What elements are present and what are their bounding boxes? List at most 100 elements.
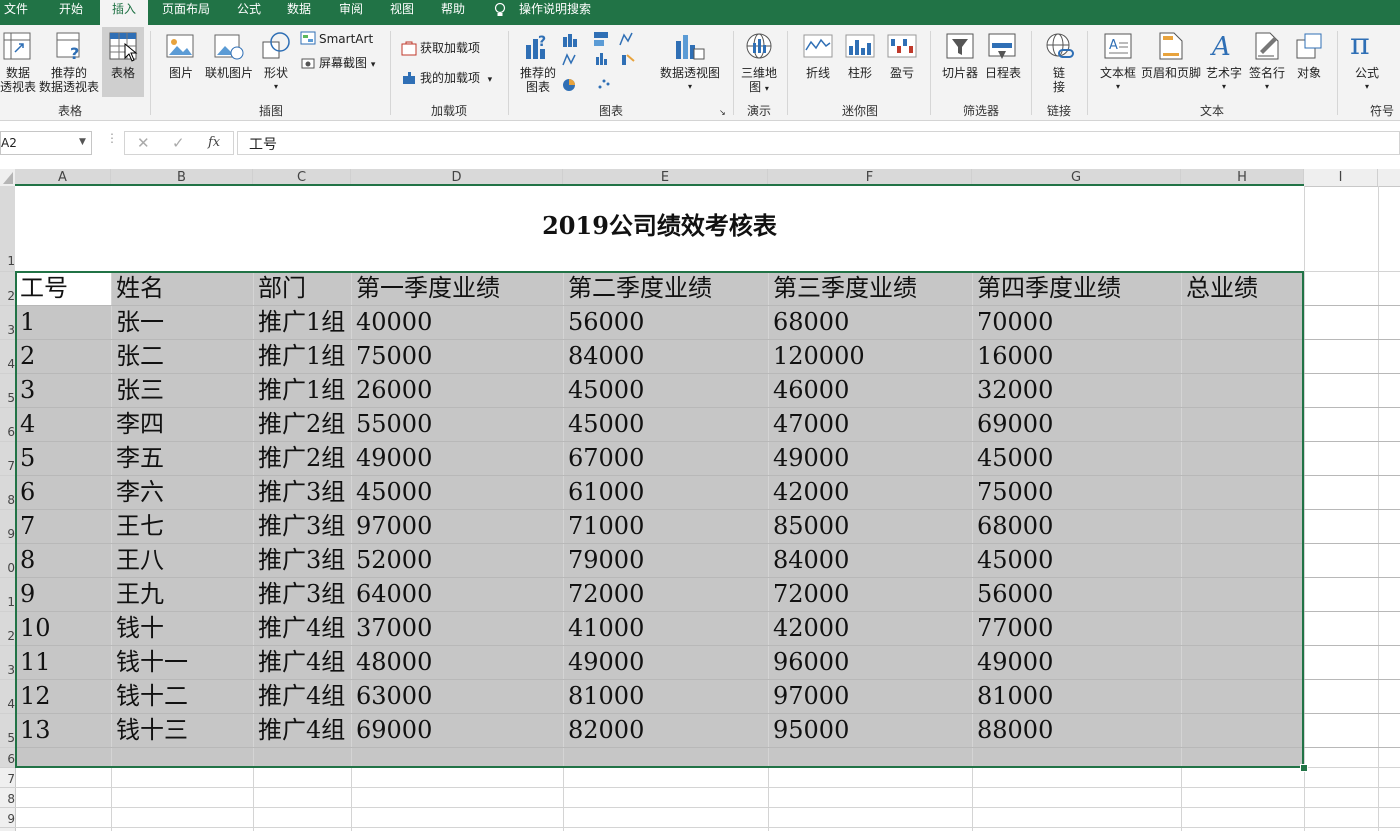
- store-icon: [401, 41, 417, 56]
- smartart-icon: [300, 31, 316, 45]
- sparkline-winloss-button[interactable]: 盈亏: [884, 66, 920, 80]
- timeline-button[interactable]: 日程表: [982, 66, 1024, 80]
- row-header-6[interactable]: 6: [0, 408, 15, 442]
- name-box-value: A2: [1, 136, 17, 150]
- signature-line-button[interactable]: 签名行 ▾: [1246, 66, 1288, 94]
- insert-function-icon[interactable]: fx: [208, 135, 220, 150]
- wordart-button[interactable]: 艺术字 ▾: [1203, 66, 1245, 94]
- menu-bar: 文件 开始 插入 页面布局 公式 数据 审阅 视图 帮助 操作说明搜索: [0, 0, 1400, 25]
- textbox-button[interactable]: 文本框 ▾: [1097, 66, 1139, 94]
- recommended-pivot-icon: ?: [56, 32, 80, 60]
- pivot-chart-button[interactable]: 数据透视图 ▾: [658, 66, 722, 94]
- group-label-text: 文本: [1199, 104, 1224, 118]
- tab-file[interactable]: 文件: [4, 0, 28, 25]
- tell-me-search[interactable]: 操作说明搜索: [519, 0, 591, 25]
- shapes-button[interactable]: 形状 ▾: [258, 66, 294, 94]
- group-separator: [150, 31, 151, 115]
- tab-formulas[interactable]: 公式: [237, 0, 261, 25]
- sheet-title: 2019公司绩效考核表: [542, 211, 777, 240]
- tab-help[interactable]: 帮助: [441, 0, 465, 25]
- online-pictures-button[interactable]: 联机图片: [202, 66, 256, 80]
- slicer-button[interactable]: 切片器: [938, 66, 982, 80]
- object-button[interactable]: 对象: [1290, 66, 1328, 80]
- header-footer-button[interactable]: 页眉和页脚: [1140, 66, 1202, 80]
- cancel-icon[interactable]: ✕: [137, 134, 150, 152]
- tab-view[interactable]: 视图: [390, 0, 414, 25]
- row-headers: 1 2 3 4 5 6 7 8 9 0 1 2 3 4 5 6 7 8 9: [0, 186, 16, 831]
- sparkline-line-button[interactable]: 折线: [800, 66, 836, 80]
- signature-line-icon: [1255, 32, 1279, 60]
- screenshot-button[interactable]: 屏幕截图 ▾: [319, 56, 375, 72]
- equation-button[interactable]: 公式 ▾: [1348, 66, 1386, 94]
- screenshot-icon: [301, 58, 315, 69]
- row-header-16[interactable]: 6: [0, 748, 15, 768]
- 3d-map-icon: [746, 33, 772, 59]
- recommended-charts-button[interactable]: 推荐的 图表: [517, 66, 559, 94]
- my-addins-icon: [403, 72, 415, 84]
- selection-border: [15, 271, 1304, 768]
- ribbon: 数据 透视表 ? 推荐的 数据透视表 表格 表格 图片 联机图片 形状 ▾ Smart…: [0, 25, 1400, 121]
- group-label-sparklines: 迷你图: [841, 104, 878, 118]
- tab-page-layout[interactable]: 页面布局: [162, 0, 210, 25]
- group-separator: [930, 31, 931, 115]
- row-header-7[interactable]: 7: [0, 442, 15, 476]
- tab-home[interactable]: 开始: [59, 0, 83, 25]
- group-separator: [1031, 31, 1032, 115]
- header-footer-icon: [1159, 32, 1183, 60]
- smartart-button[interactable]: SmartArt: [319, 32, 373, 46]
- online-pictures-icon: [214, 34, 244, 60]
- lightbulb-icon: [494, 2, 506, 16]
- row-header-13[interactable]: 3: [0, 646, 15, 680]
- sparkline-winloss-icon: [887, 34, 917, 58]
- tab-review[interactable]: 审阅: [339, 0, 363, 25]
- pivot-table-icon: [3, 32, 31, 60]
- row-header-17[interactable]: 7: [0, 768, 15, 788]
- row-header-2[interactable]: 2: [0, 272, 15, 306]
- tab-insert[interactable]: 插入: [100, 0, 148, 25]
- row-header-4[interactable]: 4: [0, 340, 15, 374]
- timeline-icon: [988, 33, 1016, 59]
- shapes-icon: [262, 32, 290, 59]
- row-header-19[interactable]: 9: [0, 808, 15, 828]
- object-icon: [1296, 33, 1322, 59]
- textbox-icon: A: [1104, 33, 1132, 59]
- table-button[interactable]: 表格: [102, 66, 144, 80]
- enter-icon[interactable]: ✓: [172, 134, 185, 152]
- row-header-10[interactable]: 0: [0, 544, 15, 578]
- row-header-3[interactable]: 3: [0, 306, 15, 340]
- link-button[interactable]: 链接: [1041, 66, 1077, 94]
- fill-handle[interactable]: [1300, 764, 1308, 772]
- row-header-12[interactable]: 2: [0, 612, 15, 646]
- row-header-11[interactable]: 1: [0, 578, 15, 612]
- sparkline-column-icon: [845, 34, 875, 58]
- row-header-1[interactable]: 1: [0, 186, 15, 272]
- group-label-addins: 加载项: [430, 104, 467, 118]
- select-all-button[interactable]: [0, 169, 15, 186]
- row-header-14[interactable]: 4: [0, 680, 15, 714]
- recommended-pivot-button[interactable]: 推荐的 数据透视表: [38, 66, 100, 94]
- pictures-button[interactable]: 图片: [163, 66, 199, 80]
- sparkline-column-button[interactable]: 柱形: [842, 66, 878, 80]
- sparkline-line-icon: [803, 34, 833, 58]
- tab-data[interactable]: 数据: [287, 0, 311, 25]
- row-header-5[interactable]: 5: [0, 374, 15, 408]
- link-icon: [1046, 33, 1074, 58]
- row-header-8[interactable]: 8: [0, 476, 15, 510]
- pivot-chart-icon: [676, 35, 705, 60]
- name-box[interactable]: A2 ▼: [0, 131, 92, 155]
- formula-input[interactable]: 工号: [237, 131, 1400, 155]
- charts-dialog-launcher[interactable]: ↘: [719, 106, 726, 120]
- column-headers: A B C D E F G H I: [0, 169, 1400, 187]
- row-header-18[interactable]: 8: [0, 788, 15, 808]
- row-header-15[interactable]: 5: [0, 714, 15, 748]
- row-header-9[interactable]: 9: [0, 510, 15, 544]
- chevron-down-icon[interactable]: ▼: [79, 137, 86, 147]
- get-addins-button[interactable]: 获取加载项: [420, 41, 480, 55]
- 3d-map-button[interactable]: 三维地图 ▾: [738, 66, 780, 96]
- picture-icon: [166, 34, 194, 58]
- pivot-table-button[interactable]: 数据 透视表: [0, 66, 36, 94]
- formula-buttons: ✕ ✓ fx: [124, 131, 234, 155]
- column-header-i[interactable]: I: [1304, 169, 1378, 186]
- worksheet-grid[interactable]: 2019公司绩效考核表 工号 姓名 部门 第一季度业绩 第二季度业绩 第三季度业…: [15, 186, 1400, 831]
- my-addins-button[interactable]: 我的加载项 ▾: [420, 71, 492, 87]
